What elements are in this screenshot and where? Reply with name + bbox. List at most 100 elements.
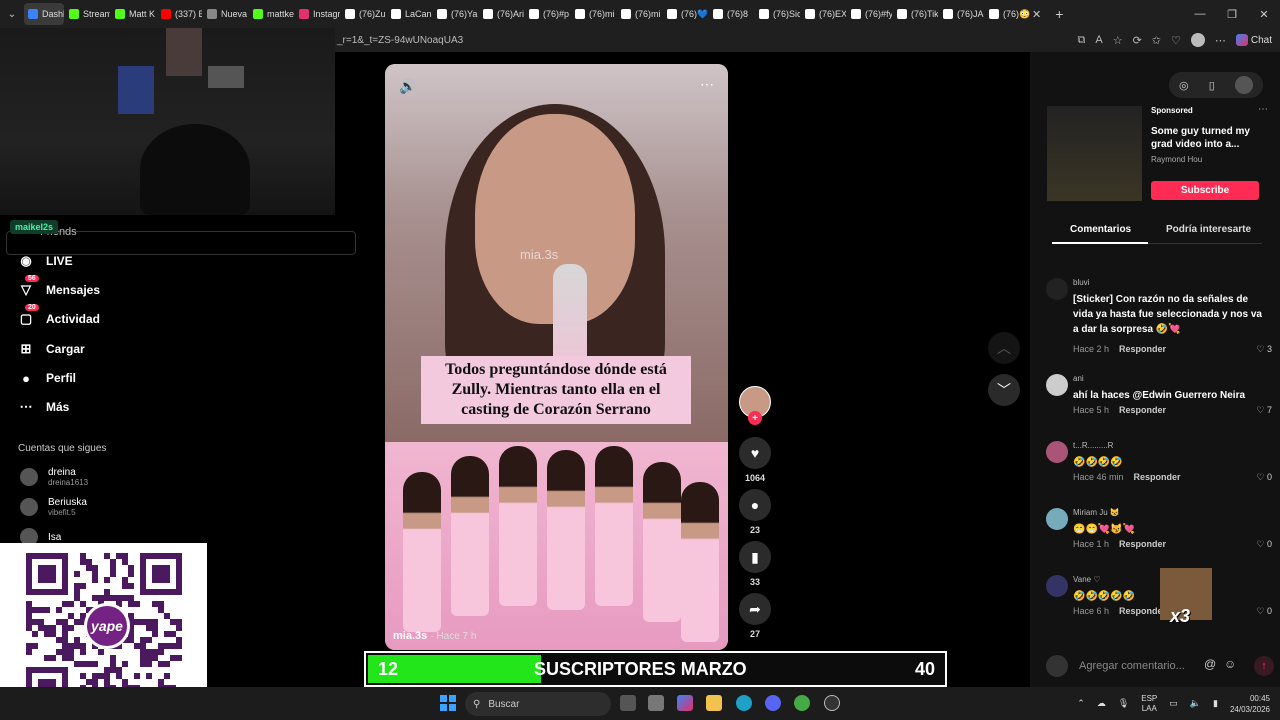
comment-like[interactable]: ♡ 7 — [1256, 405, 1272, 416]
browser-tab[interactable]: LaCana — [387, 3, 432, 25]
video-author[interactable]: mia.3s · Hace 7 h — [393, 630, 476, 642]
chrome-icon[interactable] — [794, 695, 810, 711]
browser-tab[interactable]: Dashbo — [24, 3, 64, 25]
reply-button[interactable]: Responder — [1134, 472, 1181, 482]
comment-action[interactable]: ● 23 — [738, 489, 772, 535]
ad-thumbnail[interactable] — [1047, 106, 1142, 201]
new-tab-icon[interactable]: + — [1055, 6, 1063, 22]
ad-more-icon[interactable]: ⋯ — [1258, 104, 1268, 115]
address-bar[interactable]: _r=1&_t=ZS-94wUNoaqUA3 ⧉ A ☆ ⟳ ✩ ♡ ⋯ Cha… — [335, 28, 1280, 52]
share-icon[interactable]: ➦ — [739, 593, 771, 625]
comment-like[interactable]: ♡ 0 — [1256, 539, 1272, 550]
browser-tab[interactable]: (76)Ari — [479, 3, 524, 25]
display-icon[interactable]: ▭ — [1169, 698, 1178, 709]
chevron-up-icon[interactable]: ⌃ — [1077, 698, 1085, 709]
commenter-name[interactable]: t...R.........R — [1073, 441, 1113, 450]
extensions-icon[interactable]: ⟳ — [1133, 34, 1142, 47]
commenter-name[interactable]: ani — [1073, 374, 1084, 383]
tab-actions-icon[interactable]: ⌄ — [0, 9, 24, 20]
sidebar-item-más[interactable]: ⋯ Más — [18, 399, 70, 415]
browser-tab[interactable]: (76)#p — [525, 3, 570, 25]
browser-tab[interactable]: (76)Zul — [341, 3, 386, 25]
comment-like[interactable]: ♡ 0 — [1256, 606, 1272, 617]
menu-icon[interactable]: ⋯ — [1215, 34, 1226, 47]
edge-icon[interactable] — [736, 695, 752, 711]
sidebar-item-live[interactable]: ◉ LIVE — [18, 253, 72, 269]
video-player[interactable]: mia.3s Todos preguntándose dónde está Zu… — [385, 64, 728, 650]
close-tab-icon[interactable]: ✕ — [1032, 8, 1041, 21]
device-icon[interactable]: ▯ — [1209, 79, 1215, 92]
volume-icon[interactable]: 🔊 — [399, 78, 416, 95]
browser-tab[interactable]: (76)😳 — [985, 3, 1030, 25]
favorite-icon[interactable]: ☆ — [1113, 34, 1123, 47]
tab-comments[interactable]: Comentarios — [1070, 224, 1131, 235]
task-view-icon[interactable] — [620, 695, 636, 711]
like-action[interactable]: ♥ 1064 — [738, 437, 772, 483]
reply-button[interactable]: Responder — [1119, 405, 1166, 415]
send-icon[interactable]: ↑ — [1254, 656, 1274, 676]
browser-tab[interactable]: Instagr — [295, 3, 340, 25]
open-app-icon[interactable]: ⧉ — [1077, 34, 1085, 47]
comment-like[interactable]: ♡ 0 — [1256, 472, 1272, 483]
browser-tab[interactable]: (76)EX — [801, 3, 846, 25]
clock[interactable]: 00:45 24/03/2026 — [1230, 693, 1270, 715]
browser-tab[interactable]: (337) B — [157, 3, 202, 25]
url-text[interactable]: _r=1&_t=ZS-94wUNoaqUA3 — [337, 35, 463, 46]
sidebar-item-cargar[interactable]: ⊞ Cargar — [18, 341, 85, 357]
volume-icon[interactable]: 🔈 — [1190, 698, 1201, 709]
author-name[interactable]: mia.3s — [393, 630, 427, 642]
cloud-icon[interactable]: ☁ — [1097, 698, 1106, 709]
file-explorer-icon[interactable] — [706, 695, 722, 711]
bookmark-icon[interactable]: ▮ — [739, 541, 771, 573]
close-window-icon[interactable]: ✕ — [1248, 0, 1280, 28]
ad-title[interactable]: Some guy turned my grad video into a... — [1151, 125, 1261, 151]
browser-tab[interactable]: mattke — [249, 3, 294, 25]
obs-icon[interactable] — [824, 695, 840, 711]
more-options-icon[interactable]: ⋯ — [700, 76, 714, 93]
share-action[interactable]: ➦ 27 — [738, 593, 772, 639]
save-action[interactable]: ▮ 33 — [738, 541, 772, 587]
commenter-avatar[interactable] — [1046, 441, 1068, 463]
commenter-name[interactable]: Miriam Ju 😼 — [1073, 508, 1120, 517]
discord-icon[interactable] — [765, 695, 781, 711]
reply-button[interactable]: Responder — [1119, 539, 1166, 549]
sidebar-item-perfil[interactable]: ● Perfil — [18, 370, 76, 386]
commenter-name[interactable]: bluvi — [1073, 278, 1089, 287]
battery-icon[interactable]: ▮ — [1213, 698, 1218, 709]
followed-account[interactable]: Beriuska vibefit.5 — [20, 497, 87, 517]
user-avatar[interactable] — [1234, 76, 1253, 94]
browser-tab[interactable]: Nueva — [203, 3, 248, 25]
heart-icon[interactable]: ♡ — [1171, 34, 1181, 47]
maximize-icon[interactable]: ❐ — [1216, 0, 1248, 28]
microphone-icon[interactable]: 🎙 — [1118, 698, 1129, 709]
browser-tab[interactable]: (76)8 — [709, 3, 754, 25]
subscribe-button[interactable]: Subscribe — [1151, 181, 1259, 200]
browser-tab[interactable]: (76)JA — [939, 3, 984, 25]
browser-tab[interactable]: Matt K — [111, 3, 156, 25]
sidebar-item-mensajes[interactable]: ▽ 56 Mensajes — [18, 275, 100, 298]
next-video-button[interactable]: ﹀ — [988, 374, 1020, 406]
minimize-icon[interactable]: — — [1184, 0, 1216, 28]
reply-button[interactable]: Responder — [1119, 606, 1166, 616]
sidebar-item-actividad[interactable]: ▢ 20 Actividad — [18, 304, 100, 327]
taskbar-search[interactable]: ⚲ Buscar — [465, 692, 611, 716]
profile-avatar[interactable] — [1190, 33, 1205, 47]
browser-tab[interactable]: Stream — [65, 3, 110, 25]
comment-like[interactable]: ♡ 3 — [1256, 344, 1272, 355]
heart-icon[interactable]: ♥ — [739, 437, 771, 469]
browser-tab[interactable]: (76)Tik — [893, 3, 938, 25]
emoji-icon[interactable]: ☺ — [1224, 657, 1236, 671]
commenter-avatar[interactable] — [1046, 575, 1068, 597]
tab-interest[interactable]: Podría interesarte — [1166, 224, 1251, 235]
commenter-avatar[interactable] — [1046, 278, 1068, 300]
browser-tab[interactable]: (76)mi — [617, 3, 662, 25]
windows-start-icon[interactable] — [440, 695, 456, 711]
browser-tab[interactable]: (76)Yan — [433, 3, 478, 25]
browser-tab[interactable]: (76)mi — [571, 3, 616, 25]
browser-tab[interactable]: (76)#fy — [847, 3, 892, 25]
commenter-name[interactable]: Vane ♡ — [1073, 575, 1100, 584]
comment-icon[interactable]: ● — [739, 489, 771, 521]
followed-account[interactable]: dreina dreina1613 — [20, 467, 88, 487]
mention-icon[interactable]: @ — [1204, 657, 1216, 671]
favorites-bar-icon[interactable]: ✩ — [1152, 34, 1161, 47]
